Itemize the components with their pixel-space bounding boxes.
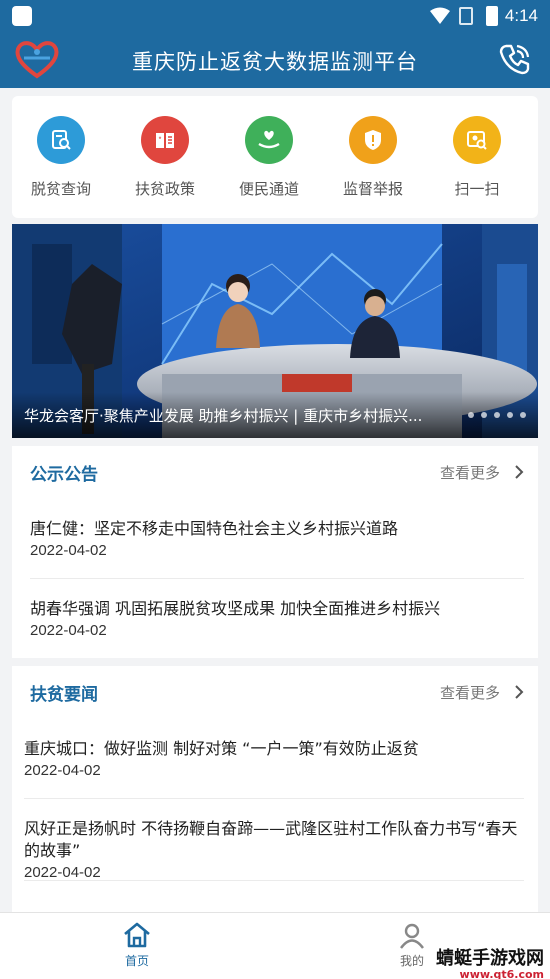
view-more-link[interactable]: 查看更多 — [440, 462, 500, 483]
divider — [30, 578, 524, 579]
phone-icon[interactable] — [498, 42, 532, 76]
carousel-dot[interactable] — [507, 412, 513, 418]
quick-item-label: 脱贫查询 — [30, 180, 91, 198]
banner-carousel[interactable]: 华龙会客厅·聚焦产业发展 助推乡村振兴 | 重庆市乡村振兴... — [12, 224, 538, 438]
section-title: 公示公告 — [30, 465, 98, 485]
nav-mine[interactable]: 我的 — [382, 921, 442, 969]
quick-item-scan[interactable]: 扫一扫 — [432, 116, 522, 199]
announcements-section: 公示公告 查看更多 唐仁健：坚定不移走中国特色社会主义乡村振兴道路 2022-0… — [12, 446, 538, 658]
chevron-right-icon[interactable] — [514, 464, 524, 480]
divider — [24, 880, 524, 881]
quick-item-label: 便民通道 — [238, 180, 299, 198]
wifi-icon — [430, 7, 450, 24]
watermark-text: 蜻蜓手游戏网 — [436, 948, 544, 969]
scan-icon — [453, 116, 501, 164]
list-item[interactable]: 重庆城口：做好监测 制好对策 “一户一策”有效防止返贫 2022-04-02 — [24, 738, 524, 782]
status-time: 4:14 — [504, 6, 538, 25]
carousel-dot[interactable] — [481, 412, 487, 418]
news-title: 唐仁健：坚定不移走中国特色社会主义乡村振兴道路 — [30, 519, 399, 538]
user-icon — [400, 923, 424, 949]
app-bar: 重庆防止返贫大数据监测平台 — [0, 32, 550, 88]
quick-menu: 脱贫查询 扶贫政策 便民通道 监督举报 扫一扫 — [12, 96, 538, 218]
quick-item-label: 监督举报 — [342, 180, 403, 198]
status-bar: 4:14 — [0, 0, 550, 32]
list-item[interactable]: 胡春华强调 巩固拓展脱贫攻坚成果 加快全面推进乡村振兴 2022-04-02 — [30, 598, 524, 642]
shield-alert-icon — [349, 116, 397, 164]
policy-book-icon — [141, 116, 189, 164]
watermark: 蜻蜓手游戏网 www.qt6.com — [436, 944, 544, 979]
news-date: 2022-04-02 — [24, 762, 101, 779]
carousel-dot[interactable] — [494, 412, 500, 418]
document-search-icon — [37, 116, 85, 164]
battery-icon — [486, 6, 498, 26]
quick-item-supervision[interactable]: 监督举报 — [328, 116, 418, 199]
quick-item-convenience[interactable]: 便民通道 — [224, 116, 314, 199]
banner-caption[interactable]: 华龙会客厅·聚焦产业发展 助推乡村振兴 | 重庆市乡村振兴... — [24, 405, 444, 426]
news-title: 胡春华强调 巩固拓展脱贫攻坚成果 加快全面推进乡村振兴 — [30, 599, 441, 618]
sim-off-icon — [459, 7, 473, 25]
app-title: 重庆防止返贫大数据监测平台 — [132, 50, 418, 74]
news-date: 2022-04-02 — [30, 542, 107, 559]
watermark-url: www.qt6.com — [459, 968, 544, 979]
quick-item-poverty-query[interactable]: 脱贫查询 — [16, 116, 106, 199]
quick-item-label: 扶贫政策 — [134, 180, 195, 198]
list-item[interactable]: 风好正是扬帆时 不待扬鞭自奋蹄——武隆区驻村工作队奋力书写“春天的故事” 202… — [24, 818, 524, 884]
divider — [24, 798, 524, 799]
news-title: 重庆城口：做好监测 制好对策 “一户一策”有效防止返贫 — [24, 739, 419, 758]
home-icon — [124, 922, 150, 948]
nav-home[interactable]: 首页 — [107, 921, 167, 969]
carousel-indicator — [468, 412, 526, 418]
notification-icon — [12, 6, 32, 26]
nav-mine-label: 我的 — [399, 954, 424, 968]
carousel-dot[interactable] — [520, 412, 526, 418]
section-header: 公示公告 查看更多 — [12, 446, 538, 498]
view-more-link[interactable]: 查看更多 — [440, 682, 500, 703]
hand-heart-icon — [245, 116, 293, 164]
quick-item-label: 扫一扫 — [454, 180, 500, 198]
list-item[interactable]: 唐仁健：坚定不移走中国特色社会主义乡村振兴道路 2022-04-02 — [30, 518, 524, 562]
quick-item-policy[interactable]: 扶贫政策 — [120, 116, 210, 199]
news-section: 扶贫要闻 查看更多 重庆城口：做好监测 制好对策 “一户一策”有效防止返贫 20… — [12, 666, 538, 912]
section-title: 扶贫要闻 — [30, 685, 98, 705]
nav-home-label: 首页 — [124, 954, 149, 968]
news-date: 2022-04-02 — [30, 622, 107, 639]
section-header: 扶贫要闻 查看更多 — [12, 666, 538, 718]
news-title: 风好正是扬帆时 不待扬鞭自奋蹄——武隆区驻村工作队奋力书写“春天的故事” — [24, 819, 518, 860]
carousel-dot[interactable] — [468, 412, 474, 418]
chevron-right-icon[interactable] — [514, 684, 524, 700]
